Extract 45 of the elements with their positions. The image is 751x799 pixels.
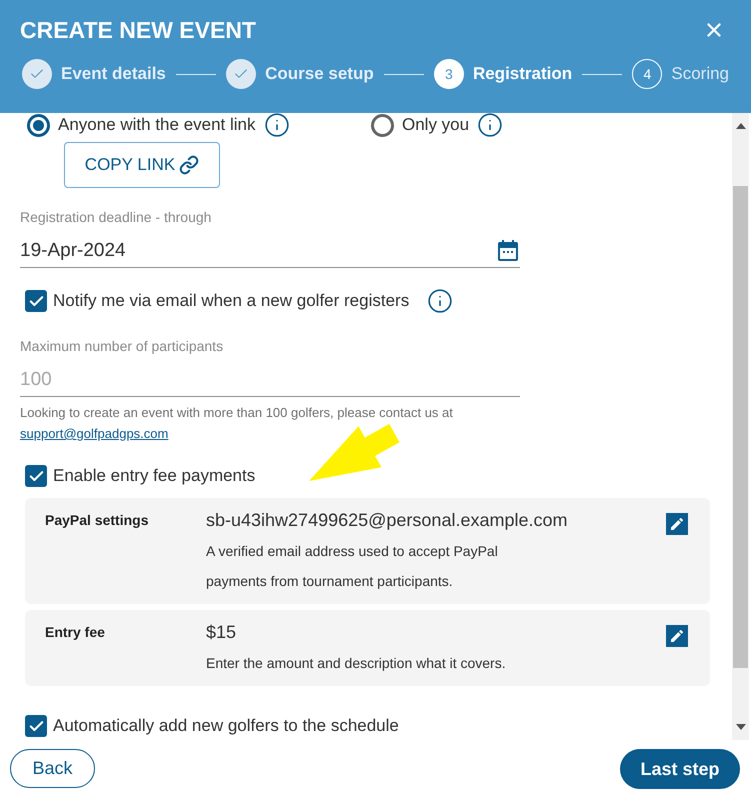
- deadline-label: Registration deadline - through: [20, 208, 212, 227]
- step-label: Event details: [61, 63, 166, 86]
- setting-label: PayPal settings: [45, 511, 150, 530]
- pencil-icon: [669, 516, 685, 532]
- radio-label: Only you: [402, 114, 470, 136]
- date-field[interactable]: 19-Apr-2024: [20, 234, 496, 267]
- info-icon[interactable]: [477, 113, 504, 138]
- edit-button[interactable]: [666, 513, 688, 535]
- checkbox[interactable]: [25, 290, 47, 312]
- back-button[interactable]: Back: [10, 749, 95, 788]
- info-icon[interactable]: [427, 288, 454, 314]
- next-button[interactable]: Last step: [620, 749, 740, 789]
- setting-value: $15: [206, 621, 236, 644]
- calendar-icon[interactable]: [496, 238, 520, 262]
- radio-label: Anyone with the event link: [58, 114, 256, 136]
- checkbox-label: Enable entry fee payments: [53, 465, 256, 488]
- pencil-icon: [669, 628, 685, 644]
- participants-label: Maximum number of participants: [20, 337, 224, 356]
- setting-description: A verified email address used to accept PayPal payments from tournament participants.: [206, 542, 499, 591]
- step-label: Course setup: [265, 63, 374, 86]
- scrollbar-thumb[interactable]: [733, 186, 748, 668]
- step-label: Scoring: [671, 63, 729, 86]
- link-icon: [179, 155, 200, 175]
- scrollbar[interactable]: [732, 113, 749, 740]
- copy-link-button[interactable]: COPY LINK: [64, 142, 220, 188]
- radio-button[interactable]: [371, 114, 394, 136]
- edit-button[interactable]: [666, 625, 688, 647]
- step-label: Registration: [472, 63, 572, 86]
- setting-description: Enter the amount and description what it covers.: [206, 654, 507, 673]
- dialog-title: CREATE NEW EVENT: [20, 16, 256, 45]
- info-icon[interactable]: [264, 113, 290, 138]
- setting-value: sb-u43ihw27499625@personal.example.com: [206, 509, 568, 532]
- checkbox[interactable]: [25, 465, 47, 487]
- step-indicator: 4: [632, 59, 662, 89]
- checkbox-label: Notify me via email when a new golfer registers: [53, 290, 410, 312]
- checkbox-label: Automatically add new golfers to the schedule: [53, 715, 399, 738]
- support-email-link[interactable]: support@golfpadgps.com: [20, 426, 168, 441]
- participants-field[interactable]: 100: [20, 363, 520, 397]
- up-triangle-icon[interactable]: [736, 123, 746, 129]
- step-indicator: 3: [434, 59, 464, 89]
- checkbox[interactable]: [25, 715, 47, 737]
- down-triangle-icon[interactable]: [736, 724, 746, 730]
- setting-label: Entry fee: [45, 623, 106, 642]
- help-text: Looking to create an event with more than 100 golfers, please contact us at support@golfpadgps.com: [20, 404, 454, 443]
- radio-button[interactable]: [27, 114, 50, 136]
